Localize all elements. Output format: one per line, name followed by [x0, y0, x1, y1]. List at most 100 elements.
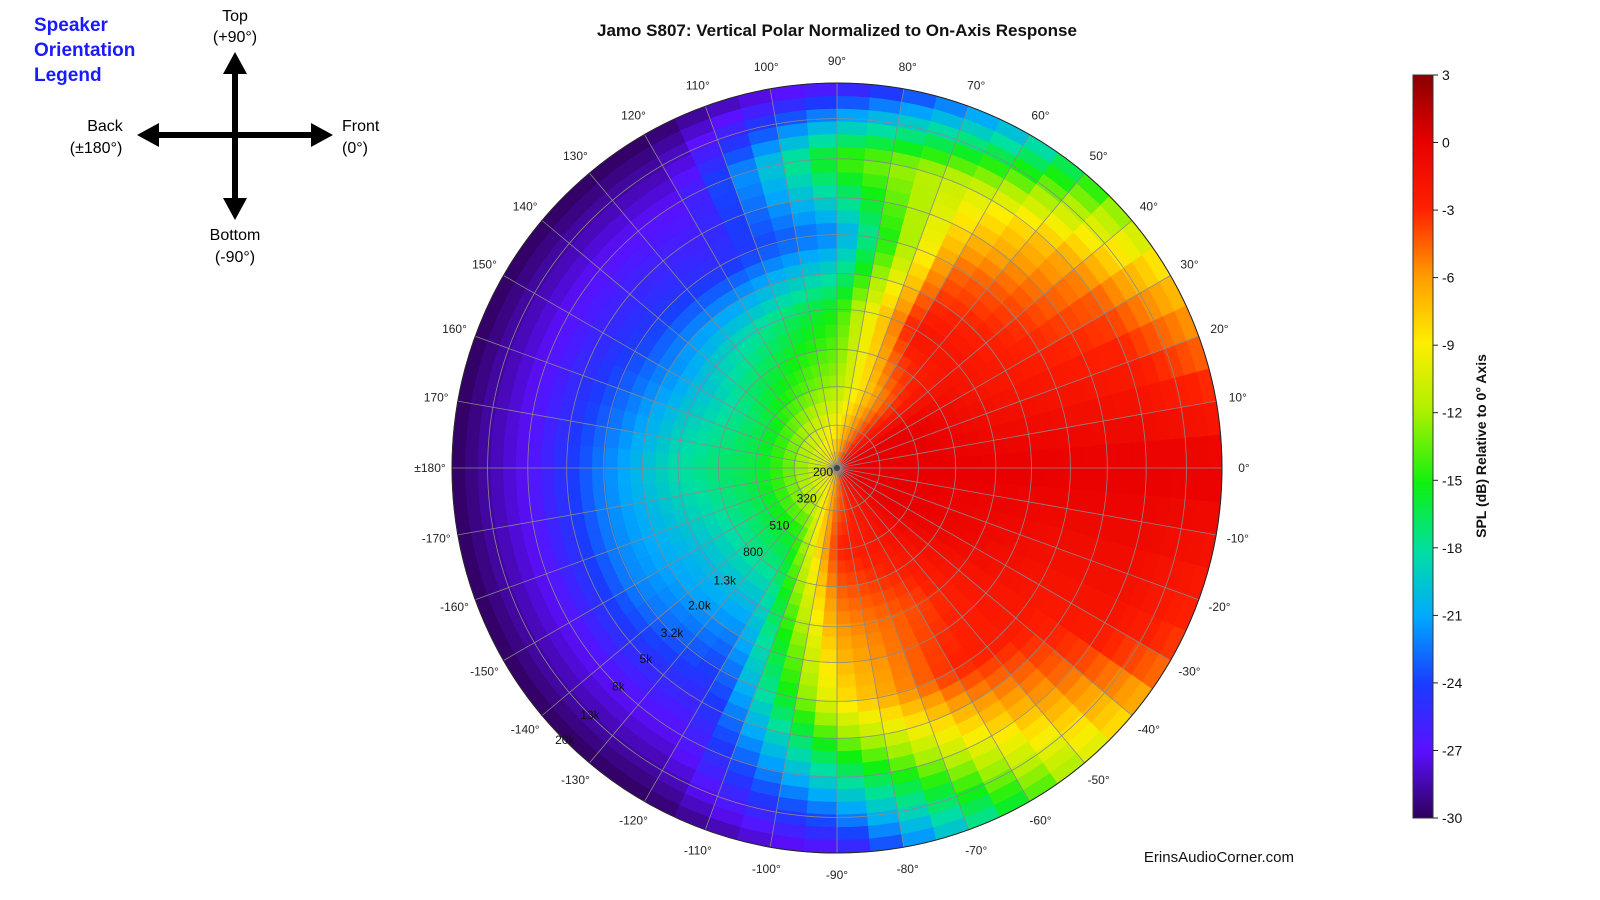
heatmap-cell: [814, 712, 838, 727]
heatmap-cell: [903, 467, 918, 476]
heatmap-cell: [489, 467, 505, 499]
heatmap-cell: [781, 462, 796, 469]
heatmap-cell: [489, 437, 505, 469]
heatmap-cell: [954, 467, 969, 480]
heatmap-cell: [967, 455, 982, 469]
heatmap-cell: [1017, 450, 1032, 469]
heatmap-cell: [1144, 439, 1159, 469]
colorbar-tick-label: 0: [1442, 135, 1450, 151]
heatmap-cell: [979, 454, 994, 469]
heatmap-cell: [680, 454, 695, 469]
heatmap-cell: [811, 184, 838, 199]
heatmap-cell: [680, 467, 695, 482]
heatmap-cell: [836, 674, 857, 689]
heatmap-cell: [836, 209, 860, 224]
heatmap-cell: [929, 458, 943, 469]
heatmap-cell: [668, 481, 684, 498]
heatmap-cell: [805, 634, 823, 650]
angle-label: 90°: [828, 54, 846, 68]
heatmap-cell: [692, 467, 707, 481]
heatmap-cell: [826, 349, 838, 364]
heatmap-cell: [836, 412, 843, 427]
heatmap-cell: [808, 775, 838, 790]
heatmap-cell: [1015, 483, 1032, 503]
heatmap-cell: [718, 457, 733, 469]
angle-label: -70°: [965, 844, 987, 858]
heatmap-cell: [813, 196, 838, 212]
heatmap-cell: [808, 146, 838, 161]
angle-label: 150°: [472, 258, 497, 272]
heatmap-cell: [616, 467, 631, 488]
heatmap-cell: [836, 298, 853, 313]
heatmap-cell: [836, 374, 846, 389]
heatmap-cell: [990, 481, 1006, 498]
heatmap-cell: [1005, 451, 1020, 469]
heatmap-cell: [1043, 448, 1058, 469]
heatmap-cell: [718, 467, 733, 479]
angle-label: 100°: [754, 60, 779, 74]
heatmap-cell: [836, 133, 867, 149]
heatmap-cell: [807, 787, 838, 803]
heatmap-cell: [836, 260, 856, 275]
heatmap-cell: [836, 572, 848, 587]
frequency-label: 510: [769, 519, 789, 533]
heatmap-cell: [655, 482, 671, 500]
heatmap-cell: [836, 686, 858, 701]
heatmap-cell: [852, 646, 872, 663]
heatmap-cell: [692, 455, 707, 469]
heatmap-cell: [464, 467, 480, 501]
angle-label: 130°: [563, 149, 588, 163]
legend-top-angle: (+90°): [213, 29, 257, 46]
heatmap-cell: [1194, 435, 1210, 469]
colorbar-tick-label: -12: [1442, 405, 1462, 421]
angle-label: -120°: [619, 814, 648, 828]
angle-label: 140°: [513, 199, 538, 213]
colorbar-tick-label: -21: [1442, 607, 1462, 623]
legend-back-angle: (±180°): [70, 140, 123, 157]
heatmap-cell: [824, 323, 838, 338]
heatmap-cell: [804, 825, 838, 841]
frequency-label: 320: [797, 491, 817, 505]
heatmap-cell: [820, 636, 838, 651]
heatmap-cell: [836, 585, 849, 600]
heatmap-cell: [642, 433, 659, 453]
heatmap-cell: [829, 534, 838, 549]
heatmap-cell: [604, 447, 619, 469]
angle-label: 20°: [1210, 322, 1228, 336]
heatmap-cell: [807, 621, 824, 637]
heatmap-cell: [819, 648, 838, 663]
heatmap-cell: [654, 451, 669, 469]
heatmap-cell: [851, 286, 869, 302]
heatmap-cell: [810, 749, 838, 765]
heatmap-cell: [705, 456, 720, 469]
heatmap-cell: [836, 737, 863, 752]
heatmap-cell: [1144, 467, 1159, 497]
angle-label: -40°: [1138, 723, 1160, 737]
orientation-arrows-icon: [137, 52, 333, 220]
heatmap-cell: [836, 712, 860, 727]
colorbar-tick-label: -9: [1442, 337, 1455, 353]
heatmap-cell: [836, 787, 867, 803]
heatmap-cell: [1081, 467, 1096, 491]
heatmap-cell: [929, 467, 943, 478]
angle-label: -10°: [1227, 532, 1249, 546]
heatmap-cell: [831, 509, 838, 524]
heatmap-cell: [836, 598, 850, 613]
heatmap-cell: [1055, 447, 1070, 469]
frequency-label: 20k: [555, 733, 575, 747]
heatmap-cell: [1182, 436, 1197, 469]
heatmap-cell: [850, 621, 867, 637]
heatmap-cell: [642, 483, 659, 503]
heatmap-cell: [823, 311, 838, 326]
angle-label: 160°: [442, 322, 467, 336]
heatmap-cell: [836, 661, 856, 676]
heatmap-cell: [830, 522, 838, 536]
heatmap-cell: [540, 467, 556, 495]
heatmap-cell: [836, 560, 847, 574]
angle-label: 60°: [1031, 109, 1049, 123]
angle-label: 120°: [621, 109, 646, 123]
angle-label: 10°: [1229, 390, 1247, 404]
heatmap-cell: [527, 440, 543, 469]
heatmap-cell: [836, 311, 851, 326]
legend-front-angle: (0°): [342, 140, 368, 157]
